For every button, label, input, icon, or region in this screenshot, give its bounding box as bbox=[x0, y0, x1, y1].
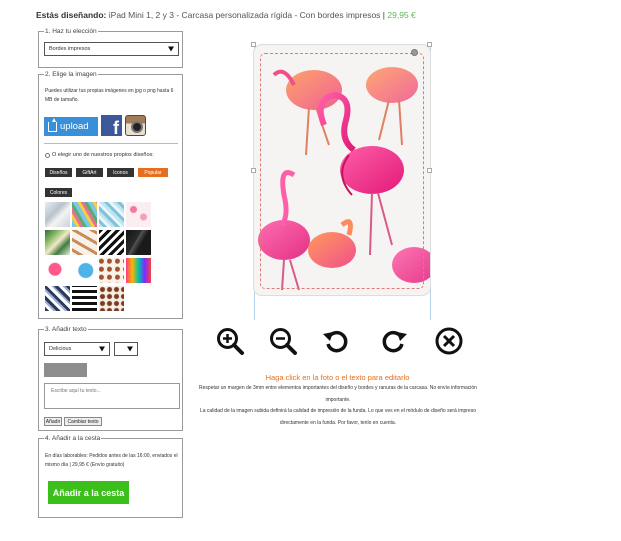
design-thumbnail[interactable] bbox=[72, 286, 97, 311]
guide-line-right bbox=[430, 45, 431, 320]
chevron-down-icon bbox=[127, 346, 133, 352]
delete-button[interactable] bbox=[434, 326, 464, 356]
font-select[interactable]: Delicious bbox=[44, 342, 110, 356]
option-select[interactable]: Bordes impresos bbox=[44, 42, 179, 56]
font-select-value: Delicious bbox=[49, 346, 72, 352]
tab-designs-label: Diseños bbox=[49, 169, 68, 176]
design-thumbnail[interactable] bbox=[126, 202, 151, 227]
margin-note: Respetar un margen de 3mm entre elemento… bbox=[199, 385, 477, 403]
tab-icons[interactable]: Iconos bbox=[107, 168, 134, 177]
step-cart-legend: 4. Añadir a la cesta bbox=[45, 435, 101, 442]
resize-handle[interactable] bbox=[251, 168, 256, 173]
design-thumbnail[interactable] bbox=[45, 258, 70, 283]
upload-button[interactable]: upload bbox=[44, 117, 98, 136]
instagram-button[interactable] bbox=[125, 115, 146, 136]
edit-hint: Haga click en la foto o el texto para ed… bbox=[265, 373, 410, 382]
option-select-value: Bordes impresos bbox=[49, 46, 91, 52]
header-separator: | bbox=[382, 10, 386, 20]
design-thumbnail[interactable] bbox=[72, 202, 97, 227]
choose-design-option[interactable]: O elegir uno de nuestros propios diseños… bbox=[45, 152, 154, 158]
step-image-legend: 2. Elige la imagen bbox=[45, 71, 97, 78]
rotate-left-icon bbox=[323, 330, 348, 353]
product-price: 29,95 € bbox=[387, 10, 416, 20]
step-text-legend: 3. Añadir texto bbox=[45, 326, 87, 333]
add-text-label: Añadir bbox=[45, 418, 61, 425]
facebook-icon: f bbox=[113, 118, 119, 138]
design-thumbnail[interactable] bbox=[99, 286, 124, 311]
design-thumbnail[interactable] bbox=[72, 230, 97, 255]
design-header: Estás diseñando: iPad Mini 1, 2 y 3 - Ca… bbox=[36, 10, 416, 20]
resize-handle[interactable] bbox=[427, 42, 432, 47]
add-to-cart-button[interactable]: Añadir a la cesta bbox=[48, 481, 129, 504]
chevron-down-icon bbox=[168, 46, 174, 52]
design-thumbnail[interactable] bbox=[45, 230, 70, 255]
upload-label: upload bbox=[60, 121, 89, 132]
design-thumbnail[interactable] bbox=[99, 202, 124, 227]
chevron-down-icon bbox=[99, 346, 105, 352]
tab-giftart-label: GiftArt bbox=[82, 169, 97, 176]
design-thumbnail[interactable] bbox=[45, 202, 70, 227]
camera-cutout bbox=[411, 49, 418, 56]
resize-handle[interactable] bbox=[251, 42, 256, 47]
change-text-label: Cambiar texto bbox=[67, 418, 99, 425]
rotate-left-button[interactable] bbox=[321, 326, 351, 356]
upload-icon bbox=[48, 117, 57, 132]
add-text-button[interactable]: Añadir bbox=[44, 417, 62, 426]
safe-area-border bbox=[260, 53, 424, 289]
design-thumbnail[interactable] bbox=[72, 258, 97, 283]
choose-design-text: O elegir uno de nuestros propios diseños… bbox=[52, 152, 154, 158]
header-label: Estás diseñando: bbox=[36, 10, 107, 20]
radio-icon bbox=[45, 152, 50, 158]
tab-giftart[interactable]: GiftArt bbox=[76, 168, 103, 177]
resize-handle[interactable] bbox=[427, 168, 432, 173]
zoom-in-icon bbox=[217, 328, 244, 355]
design-thumbnail[interactable] bbox=[45, 286, 70, 311]
tab-colors[interactable]: Colores bbox=[45, 188, 72, 197]
shipping-info: En días laborables: Pedidos antes de las… bbox=[45, 453, 178, 468]
design-thumbnail[interactable] bbox=[126, 230, 151, 255]
zoom-out-icon bbox=[270, 328, 297, 355]
tab-icons-label: Iconos bbox=[113, 169, 128, 176]
delete-icon bbox=[435, 327, 463, 355]
text-color-swatch[interactable] bbox=[44, 363, 87, 377]
change-text-button[interactable]: Cambiar texto bbox=[64, 417, 102, 426]
size-select[interactable] bbox=[114, 342, 138, 356]
divider bbox=[44, 143, 178, 144]
rotate-right-icon bbox=[382, 330, 407, 353]
product-title: iPad Mini 1, 2 y 3 - Carcasa personaliza… bbox=[108, 10, 381, 20]
phone-case-preview[interactable] bbox=[254, 45, 430, 295]
zoom-out-button[interactable] bbox=[268, 326, 298, 356]
design-thumbnail[interactable] bbox=[99, 258, 124, 283]
design-notes: Respetar un margen de 3mm entre elemento… bbox=[193, 383, 483, 429]
design-thumbnail[interactable] bbox=[99, 230, 124, 255]
facebook-button[interactable]: f bbox=[101, 115, 122, 138]
step-cart-panel: 4. Añadir a la cesta bbox=[38, 435, 183, 518]
quality-note: La calidad de la imagen subida definirá … bbox=[199, 408, 476, 426]
text-input[interactable] bbox=[44, 383, 180, 409]
tab-popular[interactable]: Popular bbox=[138, 168, 168, 177]
add-to-cart-label: Añadir a la cesta bbox=[52, 487, 125, 498]
tab-colors-label: Colores bbox=[49, 189, 68, 196]
tab-popular-label: Popular bbox=[144, 169, 162, 176]
rotate-right-button[interactable] bbox=[379, 326, 409, 356]
zoom-in-button[interactable] bbox=[215, 326, 245, 356]
step-choose-legend: 1. Haz tu elección bbox=[45, 28, 97, 35]
design-thumbnail[interactable] bbox=[126, 258, 151, 283]
upload-info: Puedes utilizar tus propias imágenes en … bbox=[45, 88, 174, 103]
tab-designs[interactable]: Diseños bbox=[45, 168, 72, 177]
